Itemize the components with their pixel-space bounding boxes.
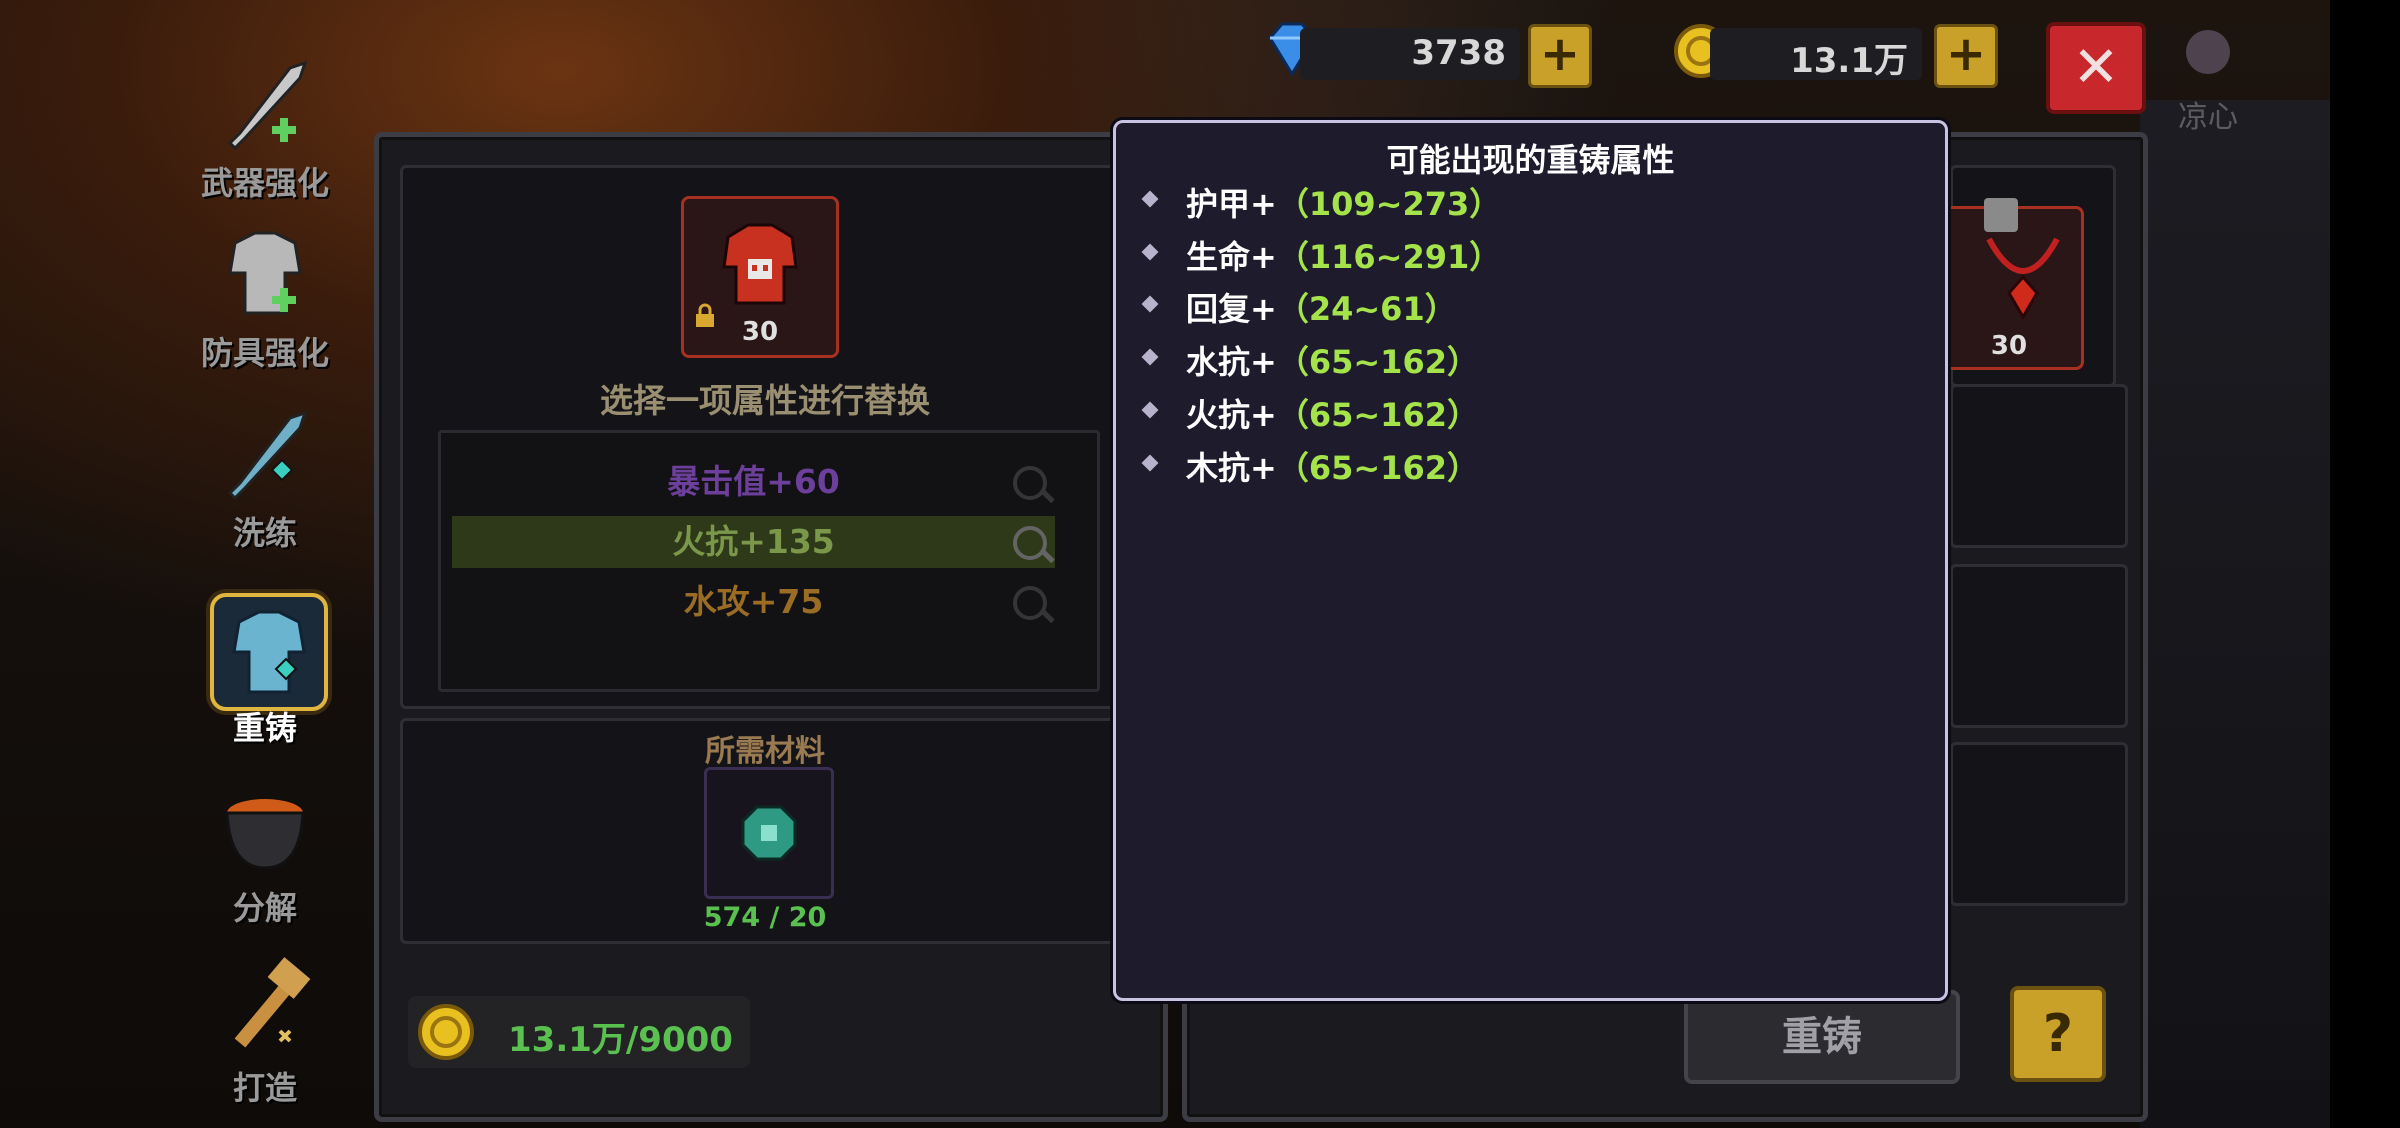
result-stat-slot [1950, 384, 2128, 548]
attribute-name: 木抗+ [1186, 449, 1277, 487]
user-avatar[interactable] [2160, 22, 2256, 92]
world-right-scenery [2140, 100, 2330, 1128]
help-button[interactable]: ? [2010, 986, 2106, 1082]
attribute-range: （65~162） [1276, 343, 1479, 381]
gold-counter: 13.1万 [1710, 28, 1922, 81]
cauldron-icon [210, 773, 320, 883]
sword-gem-icon [210, 398, 320, 508]
nav-label: 洗练 [232, 514, 297, 552]
armor-icon [210, 218, 320, 328]
magnifier-icon[interactable] [1013, 526, 1047, 560]
stat-option-selected[interactable]: 火抗+135 [452, 516, 1055, 568]
screen-edge-bar [2330, 0, 2400, 1128]
attribute-range: （116~291） [1276, 238, 1502, 276]
attribute-text: 生命+（116~291） [1186, 232, 1501, 278]
nav-craft[interactable]: 打造 [150, 945, 380, 1115]
attribute-name: 回复+ [1186, 290, 1277, 328]
reforge-button[interactable]: 重铸 [1684, 990, 1960, 1084]
hammer-icon [210, 953, 320, 1063]
diamond-bullet-icon [1141, 190, 1159, 208]
attribute-range: （65~162） [1276, 396, 1479, 434]
gold-amount: 13.1万 [1790, 41, 1908, 81]
attribute-text: 回复+（24~61） [1186, 284, 1457, 330]
item-slot[interactable]: 30 [681, 196, 839, 358]
attribute-text: 木抗+（65~162） [1186, 443, 1479, 489]
material-count: 574 / 20 [703, 902, 827, 933]
result-item-level: 30 [1990, 331, 2028, 361]
stat-label: 水攻+75 [683, 582, 824, 621]
item-level: 30 [741, 317, 779, 347]
nav-armor-enhance[interactable]: 防具强化 [150, 210, 380, 380]
nav-label: 分解 [232, 889, 297, 927]
attribute-text: 火抗+（65~162） [1186, 390, 1479, 436]
nav-weapon-enhance[interactable]: 武器强化 [150, 40, 380, 210]
attribute-name: 生命+ [1186, 238, 1277, 276]
teal-gem-icon [739, 803, 799, 863]
reforge-attributes-popup: 可能出现的重铸属性 护甲+（109~273） 生命+（116~291） 回复+（… [1113, 120, 1948, 1001]
nav-reforge[interactable]: 重铸 [150, 585, 380, 755]
attribute-name: 火抗+ [1186, 396, 1277, 434]
user-name: 凉心 [2178, 100, 2238, 135]
magnifier-icon[interactable] [1013, 466, 1047, 500]
attribute-range: （65~162） [1276, 449, 1479, 487]
cost-display: 13.1万/9000 [408, 996, 750, 1068]
diamond-bullet-icon [1141, 401, 1159, 419]
nav-label: 打造 [232, 1069, 297, 1107]
attribute-range: （24~61） [1276, 290, 1457, 328]
attribute-range: （109~273） [1276, 185, 1502, 223]
materials-label: 所需材料 [705, 734, 825, 769]
gold-coin-icon [416, 1002, 476, 1062]
result-stat-slot [1950, 564, 2128, 728]
gem-amount: 3738 [1411, 33, 1506, 73]
nav-decompose[interactable]: 分解 [150, 765, 380, 935]
red-amulet-icon [1983, 233, 2063, 323]
stat-option[interactable]: 水攻+75 [452, 576, 1055, 628]
select-prompt: 选择一项属性进行替换 [600, 381, 930, 420]
nav-label: 防具强化 [200, 334, 329, 372]
armor-gem-icon [210, 593, 328, 711]
nav-label: 重铸 [232, 709, 297, 747]
attribute-text: 护甲+（109~273） [1186, 179, 1501, 225]
diamond-bullet-icon [1141, 243, 1159, 261]
attribute-name: 水抗+ [1186, 343, 1277, 381]
material-slot[interactable] [704, 767, 834, 899]
add-gems-button[interactable]: + [1528, 24, 1592, 88]
nav-refine[interactable]: 洗练 [150, 390, 380, 560]
attribute-text: 水抗+（65~162） [1186, 337, 1479, 383]
stat-option[interactable]: 暴击值+60 [452, 456, 1055, 508]
close-button[interactable]: ✕ [2046, 22, 2146, 114]
magnifier-icon[interactable] [1013, 586, 1047, 620]
popup-title: 可能出现的重铸属性 [1386, 141, 1675, 179]
stat-label: 暴击值+60 [667, 462, 840, 501]
stat-label: 火抗+135 [672, 522, 835, 561]
diamond-bullet-icon [1141, 348, 1159, 366]
cost-amount: 13.1万/9000 [508, 1020, 733, 1060]
diamond-bullet-icon [1141, 454, 1159, 472]
red-armor-icon [714, 215, 806, 311]
diamond-bullet-icon [1141, 295, 1159, 313]
lock-toggle-icon[interactable] [1984, 198, 2018, 232]
gem-counter: 3738 [1300, 28, 1520, 80]
sword-icon [210, 48, 320, 158]
nav-label: 武器强化 [200, 164, 329, 202]
attribute-name: 护甲+ [1186, 185, 1277, 223]
result-stat-slot [1950, 742, 2128, 906]
add-gold-button[interactable]: + [1934, 24, 1998, 88]
